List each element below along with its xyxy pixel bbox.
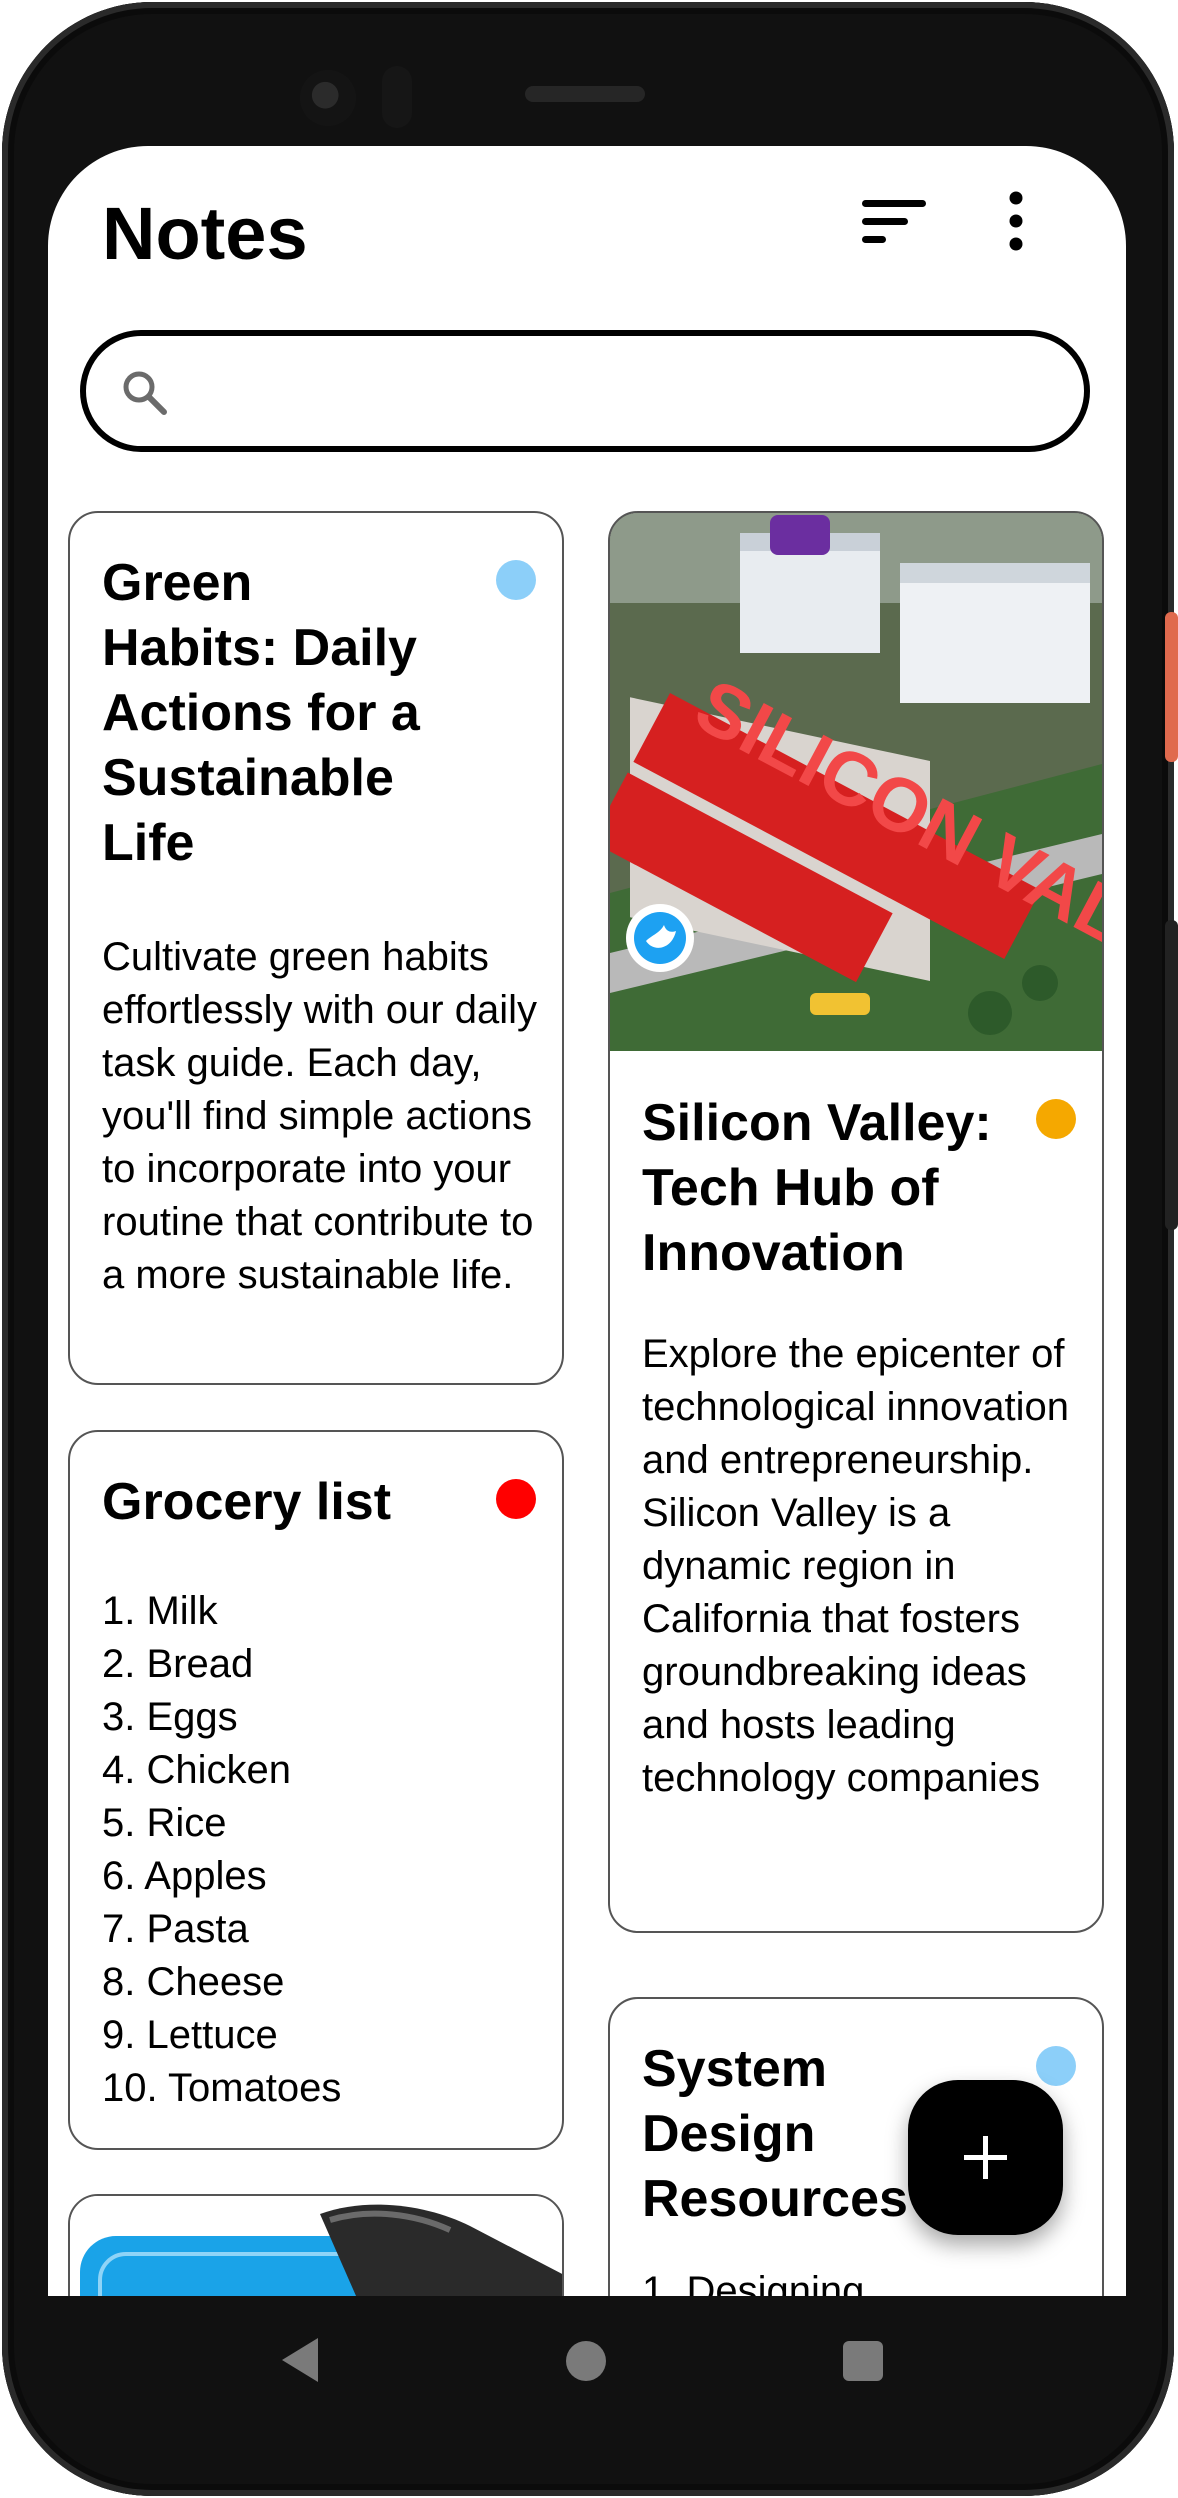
note-body: Cultivate green habits effortlessly with…: [102, 935, 537, 1297]
system-navigation-bar: [48, 2296, 1126, 2426]
note-body: Explore the epicenter of technological i…: [642, 1332, 1069, 1800]
sort-icon: [862, 200, 926, 243]
proximity-sensor: [382, 66, 412, 128]
note-title: Grocery list: [102, 1473, 392, 1531]
list-item: 10. Tomatoes: [102, 2066, 342, 2110]
note-card-grocery-list[interactable]: Grocery list 1. Milk 2. Bread 3. Eggs 4.…: [68, 1430, 564, 2150]
recents-icon[interactable]: [843, 2341, 883, 2381]
front-camera: [300, 70, 356, 126]
list-item: 8. Cheese: [102, 1960, 285, 2004]
note-card-green-habits[interactable]: Green Habits: Daily Actions for a Sustai…: [68, 511, 564, 1385]
note-image: SILICON VALLEY: [610, 513, 1102, 1051]
note-color-dot: [1036, 2046, 1076, 2086]
search-bar[interactable]: [80, 330, 1090, 452]
note-card-image[interactable]: [68, 2194, 564, 2296]
note-title: System Design Resources: [642, 2040, 908, 2228]
power-button: [1165, 612, 1178, 762]
list-item: 5. Rice: [102, 1801, 227, 1845]
list-item: 4. Chicken: [102, 1748, 291, 1792]
list-item: 3. Eggs: [102, 1695, 238, 1739]
back-icon[interactable]: [280, 2336, 320, 2384]
more-vert-icon: [1009, 191, 1023, 251]
more-options-button[interactable]: [996, 186, 1036, 256]
search-input[interactable]: [186, 356, 1050, 430]
note-image: [70, 2196, 562, 2296]
note-card-silicon-valley[interactable]: SILICON VALLEY Silicon Valley: Tech Hub …: [608, 511, 1104, 1933]
list-item: 2. Bread: [102, 1642, 254, 1686]
note-color-dot: [1036, 1099, 1076, 1139]
add-icon: [964, 2136, 1007, 2179]
search-icon: [123, 371, 167, 415]
note-title: Green Habits: Daily Actions for a Sustai…: [102, 554, 420, 872]
app-screen: Notes Green Habits: Daily Actions for a …: [48, 146, 1126, 2296]
note-color-dot: [496, 560, 536, 600]
note-title: Silicon Valley: Tech Hub of Innovation: [642, 1094, 992, 1282]
grocery-items: 1. Milk 2. Bread 3. Eggs 4. Chicken 5. R…: [102, 1585, 542, 2115]
list-item: 7. Pasta: [102, 1907, 249, 1951]
list-item: 9. Lettuce: [102, 2013, 278, 2057]
volume-button: [1165, 920, 1178, 1230]
sort-button[interactable]: [854, 188, 934, 258]
note-color-dot: [496, 1479, 536, 1519]
add-note-button[interactable]: [908, 2080, 1063, 2235]
list-item: 1. Milk: [102, 1589, 218, 1633]
page-title: Notes: [102, 192, 308, 275]
home-icon[interactable]: [566, 2341, 606, 2381]
note-body: 1. Designing: [642, 2269, 865, 2296]
earpiece-speaker: [525, 86, 645, 102]
list-item: 6. Apples: [102, 1854, 267, 1898]
